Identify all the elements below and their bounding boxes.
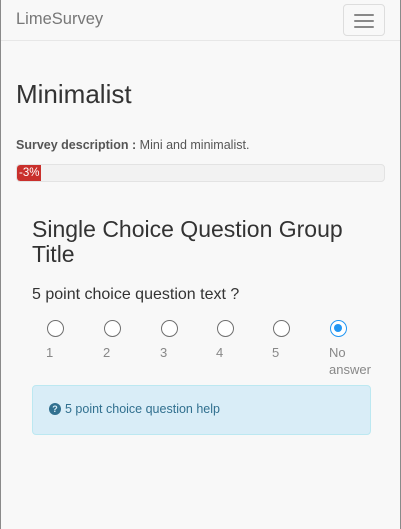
navbar-toggle-button[interactable]: [343, 4, 385, 36]
question-circle-icon: ?: [49, 403, 61, 415]
survey-description-label: Survey description :: [16, 138, 137, 152]
radio-button-5[interactable]: [273, 320, 290, 337]
choice-label-3: 3: [160, 345, 168, 360]
survey-description-text: Mini and minimalist.: [139, 138, 250, 152]
brand-link[interactable]: LimeSurvey: [16, 10, 103, 29]
choice-label-1: 1: [46, 345, 54, 360]
progress-bar: -3%: [16, 164, 385, 182]
question-help-box: ? 5 point choice question help: [32, 385, 371, 435]
choice-2[interactable]: 2: [103, 320, 153, 361]
hamburger-menu-icon: [354, 14, 374, 16]
progress-label: -3%: [19, 167, 40, 179]
choice-label-no-answer: No answer: [329, 345, 371, 377]
question-group-title: Single Choice Question Group Title: [32, 216, 343, 267]
navbar: LimeSurvey: [1, 0, 400, 41]
choice-4[interactable]: 4: [216, 320, 266, 361]
choice-no-answer[interactable]: No answer: [329, 320, 379, 378]
survey-description: Survey description : Mini and minimalist…: [16, 138, 249, 152]
survey-title: Minimalist: [16, 79, 132, 109]
choice-3[interactable]: 3: [160, 320, 210, 361]
question-help-text: 5 point choice question help: [65, 402, 220, 416]
choice-label-4: 4: [216, 345, 224, 360]
radio-button-2[interactable]: [104, 320, 121, 337]
hamburger-menu-icon: [354, 26, 374, 28]
question-text: 5 point choice question text ?: [32, 286, 240, 303]
radio-button-1[interactable]: [47, 320, 64, 337]
hamburger-menu-icon: [354, 20, 374, 22]
radio-button-no-answer[interactable]: [330, 320, 347, 337]
answer-choices: 1 2 3 4 5 No answer: [46, 320, 386, 380]
choice-label-5: 5: [272, 345, 280, 360]
choice-5[interactable]: 5: [272, 320, 322, 361]
choice-1[interactable]: 1: [46, 320, 96, 361]
radio-button-3[interactable]: [161, 320, 178, 337]
radio-button-4[interactable]: [217, 320, 234, 337]
choice-label-2: 2: [103, 345, 111, 360]
